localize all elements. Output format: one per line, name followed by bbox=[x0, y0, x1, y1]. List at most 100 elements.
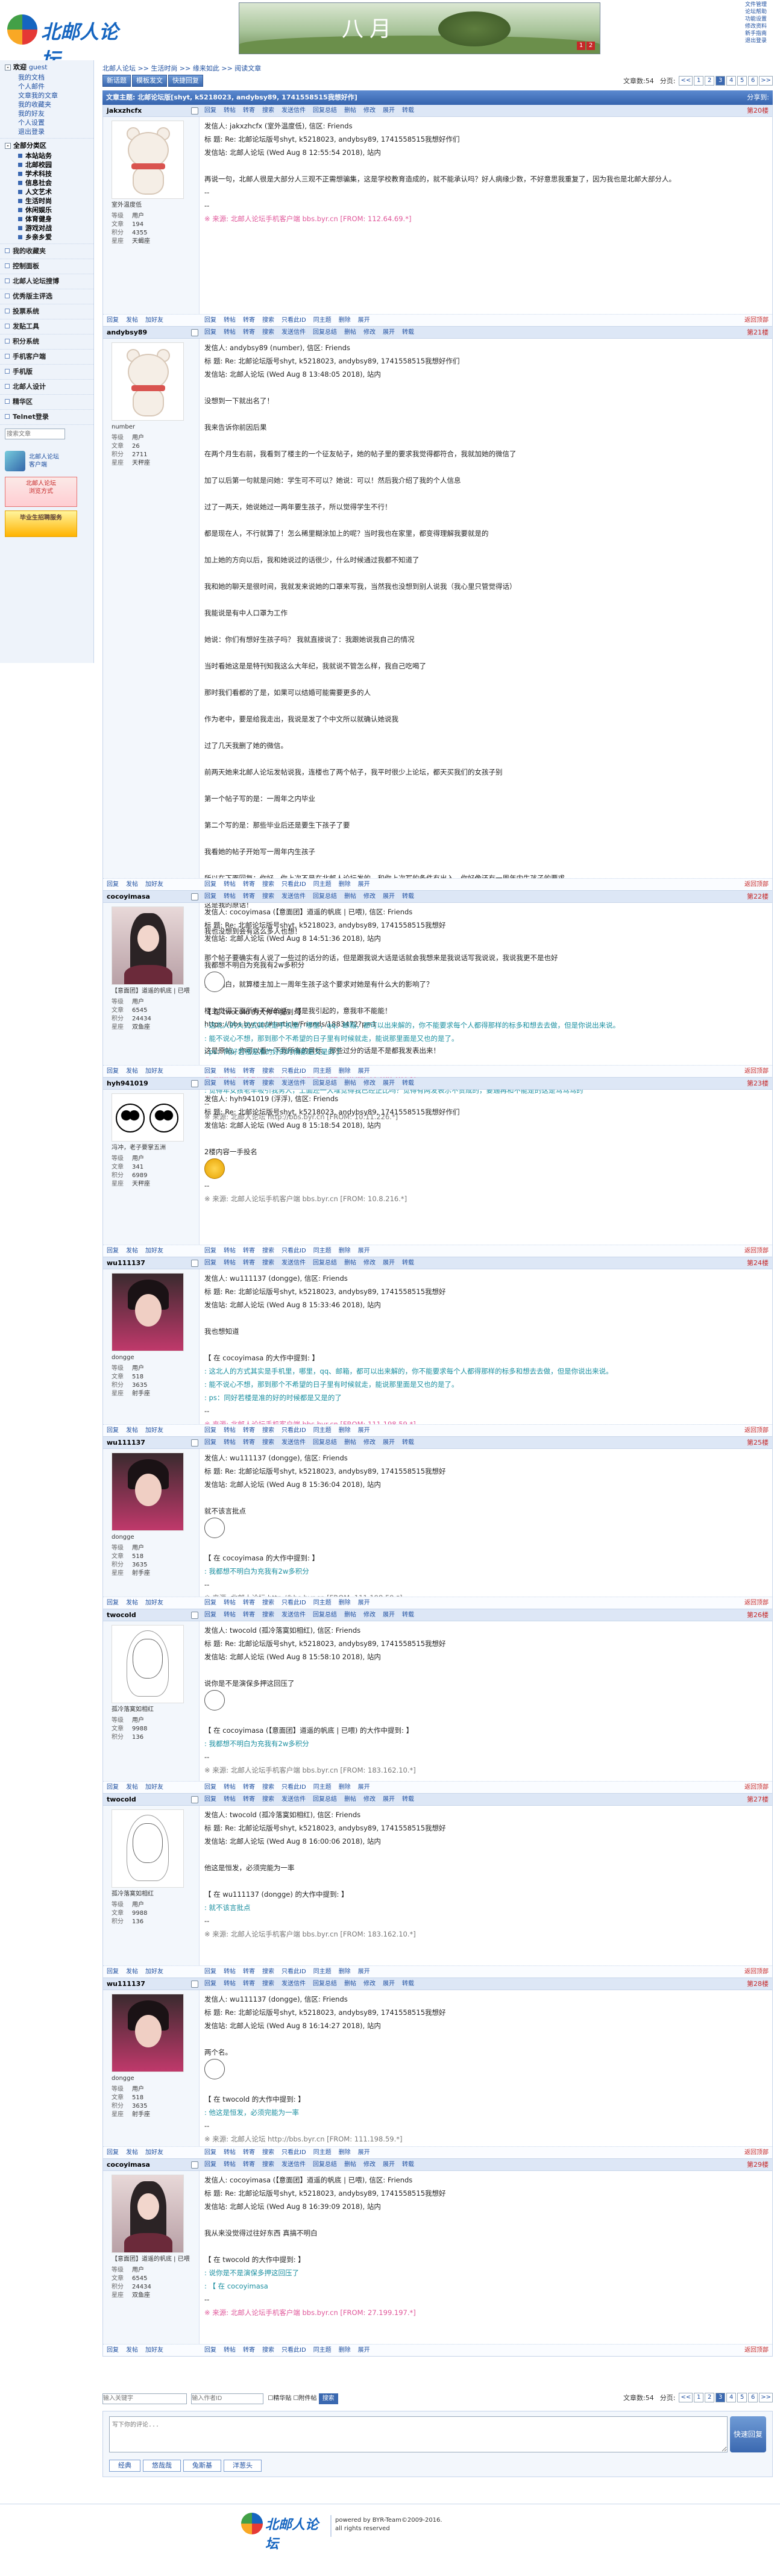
post-op-link[interactable]: 回复 bbox=[204, 2161, 216, 2168]
user-status-icon[interactable] bbox=[191, 1796, 198, 1803]
keyword-input[interactable] bbox=[102, 2393, 187, 2404]
footer-op-link[interactable]: 展开 bbox=[358, 2347, 370, 2354]
board-item[interactable]: 游戏对战 bbox=[5, 224, 89, 233]
page-link[interactable]: 6 bbox=[748, 76, 758, 86]
footer-op-link[interactable]: 展开 bbox=[358, 881, 370, 888]
post-op-link[interactable]: 回复总结 bbox=[313, 1981, 337, 1987]
footer-op-link[interactable]: 只看此ID bbox=[281, 881, 306, 888]
board-item[interactable]: 北邮校园 bbox=[5, 160, 89, 169]
top-link[interactable]: 修改资料 bbox=[745, 23, 780, 30]
post-floor[interactable]: 第29楼 bbox=[747, 2159, 769, 2171]
post-op-link[interactable]: 转寄 bbox=[243, 1981, 255, 1987]
footer-op-link[interactable]: 加好友 bbox=[145, 881, 163, 888]
footer-op-link[interactable]: 删除 bbox=[339, 881, 351, 888]
footer-op-link[interactable]: 回复 bbox=[107, 881, 119, 888]
sidebar-item[interactable]: 个人邮件 bbox=[5, 82, 89, 91]
post-op-link[interactable]: 展开 bbox=[383, 1981, 395, 1987]
footer-op-link[interactable]: 回复 bbox=[204, 1784, 216, 1791]
footer-op-link[interactable]: 转帖 bbox=[224, 2149, 236, 2156]
user-status-icon[interactable] bbox=[191, 2161, 198, 2169]
footer-op-link[interactable]: 删除 bbox=[339, 317, 351, 324]
post-op-link[interactable]: 转寄 bbox=[243, 1796, 255, 1803]
post-op-link[interactable]: 展开 bbox=[383, 1439, 395, 1446]
back-to-top-link[interactable]: 返回顶部 bbox=[744, 1597, 769, 1609]
footer-logo[interactable]: 北邮人论坛 bbox=[241, 2510, 319, 2552]
user-status-icon[interactable] bbox=[191, 1080, 198, 1087]
post-username[interactable]: wu111137 bbox=[107, 1437, 145, 1449]
footer-op-link[interactable]: 同主题 bbox=[313, 881, 332, 888]
post-op-link[interactable]: 修改 bbox=[363, 1260, 376, 1266]
footer-op-link[interactable]: 搜索 bbox=[262, 2347, 274, 2354]
footer-op-link[interactable]: 转寄 bbox=[243, 1968, 255, 1975]
back-to-top-link[interactable]: 返回顶部 bbox=[744, 1782, 769, 1794]
footer-op-link[interactable]: 转帖 bbox=[224, 1968, 236, 1975]
footer-op-link[interactable]: 转帖 bbox=[224, 2347, 236, 2354]
user-avatar[interactable] bbox=[112, 906, 184, 985]
post-op-link[interactable]: 展开 bbox=[383, 1796, 395, 1803]
footer-op-link[interactable]: 发帖 bbox=[126, 1248, 138, 1254]
post-floor[interactable]: 第26楼 bbox=[747, 1609, 769, 1621]
post-op-link[interactable]: 回复总结 bbox=[313, 2161, 337, 2168]
post-op-link[interactable]: 回复总结 bbox=[313, 1439, 337, 1446]
post-op-link[interactable]: 回复总结 bbox=[313, 1260, 337, 1266]
post-op-link[interactable]: 转帖 bbox=[224, 107, 236, 114]
post-op-link[interactable]: 修改 bbox=[363, 893, 376, 900]
board-item[interactable]: 生活时尚 bbox=[5, 196, 89, 206]
footer-op-link[interactable]: 回复 bbox=[107, 1068, 119, 1075]
post-op-link[interactable]: 转帖 bbox=[224, 893, 236, 900]
page-link[interactable]: << bbox=[679, 76, 693, 86]
footer-op-link[interactable]: 加好友 bbox=[145, 1968, 163, 1975]
post-op-link[interactable]: 修改 bbox=[363, 1796, 376, 1803]
post-op-link[interactable]: 展开 bbox=[383, 1080, 395, 1087]
footer-op-link[interactable]: 只看此ID bbox=[281, 1427, 306, 1434]
footer-op-link[interactable]: 回复 bbox=[107, 1600, 119, 1606]
post-op-link[interactable]: 转载 bbox=[402, 1981, 414, 1987]
footer-op-link[interactable]: 只看此ID bbox=[281, 2149, 306, 2156]
post-op-link[interactable]: 搜索 bbox=[262, 893, 274, 900]
footer-op-link[interactable]: 删除 bbox=[339, 1248, 351, 1254]
sidebar-link[interactable]: 精华区 bbox=[0, 395, 93, 410]
footer-op-link[interactable]: 转帖 bbox=[224, 1248, 236, 1254]
post-op-link[interactable]: 转帖 bbox=[224, 1439, 236, 1446]
footer-op-link[interactable]: 发帖 bbox=[126, 2149, 138, 2156]
top-link[interactable]: 功能设置 bbox=[745, 16, 780, 23]
post-op-link[interactable]: 回复总结 bbox=[313, 329, 337, 336]
user-avatar[interactable] bbox=[112, 1994, 184, 2072]
post-op-link[interactable]: 展开 bbox=[383, 1612, 395, 1618]
page-link[interactable]: << bbox=[679, 2393, 693, 2402]
post-floor[interactable]: 第20楼 bbox=[747, 105, 769, 117]
footer-op-link[interactable]: 删除 bbox=[339, 2347, 351, 2354]
footer-op-link[interactable]: 同主题 bbox=[313, 1427, 332, 1434]
breadcrumb[interactable]: 北邮人论坛 >> 生活时尚 >> 缘来如此 >> 阅读文章 bbox=[102, 63, 773, 75]
footer-op-link[interactable]: 同主题 bbox=[313, 1248, 332, 1254]
post-op-link[interactable]: 修改 bbox=[363, 1612, 376, 1618]
collapse-icon[interactable]: - bbox=[5, 64, 11, 71]
post-op-link[interactable]: 转载 bbox=[402, 2161, 414, 2168]
footer-op-link[interactable]: 加好友 bbox=[145, 2149, 163, 2156]
footer-op-link[interactable]: 搜索 bbox=[262, 2149, 274, 2156]
post-op-link[interactable]: 转载 bbox=[402, 1260, 414, 1266]
post-op-link[interactable]: 修改 bbox=[363, 329, 376, 336]
footer-op-link[interactable]: 转帖 bbox=[224, 1600, 236, 1606]
post-op-link[interactable]: 转载 bbox=[402, 1080, 414, 1087]
footer-op-link[interactable]: 搜索 bbox=[262, 1068, 274, 1075]
footer-op-link[interactable]: 展开 bbox=[358, 1600, 370, 1606]
footer-op-link[interactable]: 发帖 bbox=[126, 1427, 138, 1434]
footer-op-link[interactable]: 删除 bbox=[339, 1784, 351, 1791]
page-link[interactable]: 5 bbox=[737, 76, 747, 86]
user-status-icon[interactable] bbox=[191, 1439, 198, 1447]
post-op-link[interactable]: 删帖 bbox=[344, 1796, 356, 1803]
page-link[interactable]: >> bbox=[759, 76, 773, 86]
footer-op-link[interactable]: 回复 bbox=[107, 317, 119, 324]
footer-op-link[interactable]: 只看此ID bbox=[281, 1784, 306, 1791]
post-op-link[interactable]: 展开 bbox=[383, 107, 395, 114]
share-label[interactable]: 分享到: bbox=[747, 90, 769, 105]
post-op-link[interactable]: 转载 bbox=[402, 1439, 414, 1446]
board-item[interactable]: 乡亲乡爱 bbox=[5, 233, 89, 242]
page-link[interactable]: 5 bbox=[737, 2393, 747, 2402]
post-op-link[interactable]: 转帖 bbox=[224, 1260, 236, 1266]
footer-op-link[interactable]: 回复 bbox=[204, 1427, 216, 1434]
footer-op-link[interactable]: 展开 bbox=[358, 1968, 370, 1975]
footer-op-link[interactable]: 搜索 bbox=[262, 1427, 274, 1434]
post-op-link[interactable]: 回复 bbox=[204, 1796, 216, 1803]
